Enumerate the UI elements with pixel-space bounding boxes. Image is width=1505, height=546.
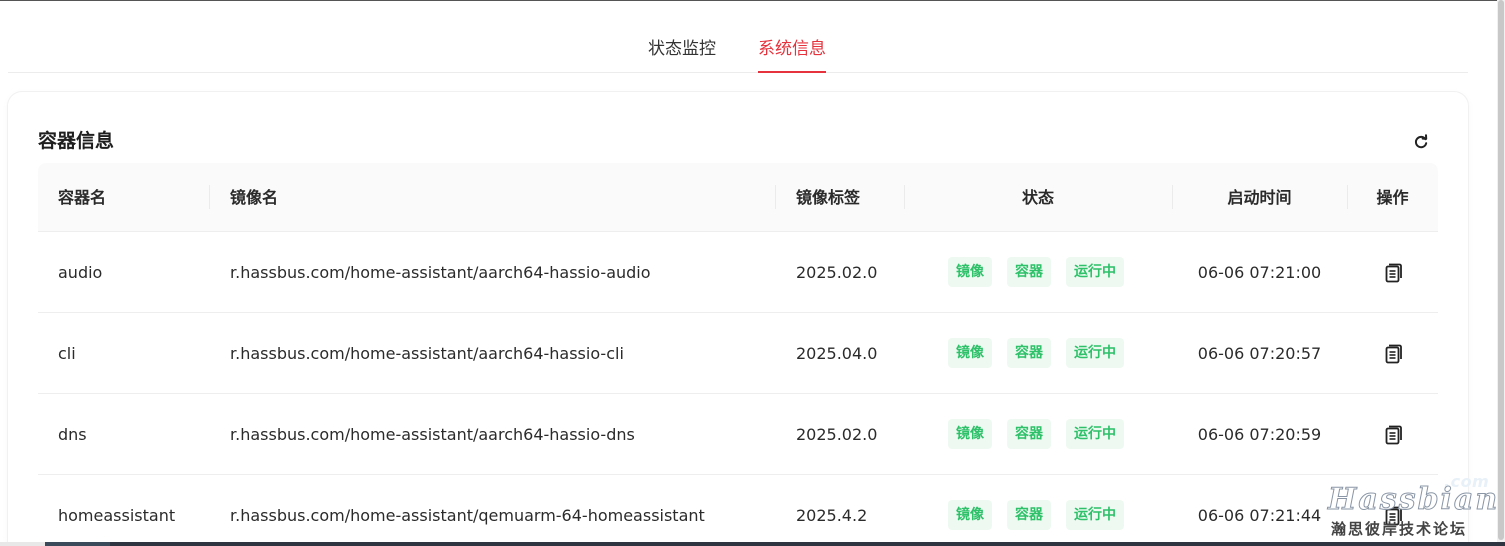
watermark-subtitle: 瀚思彼岸技术论坛 — [1331, 520, 1468, 538]
table-row: dns r.hassbus.com/home-assistant/aarch64… — [38, 394, 1438, 475]
tab-system-info[interactable]: 系统信息 — [758, 34, 826, 73]
status-badge-image: 镜像 — [948, 500, 992, 530]
status-badge-container: 容器 — [1007, 500, 1051, 530]
header-start-time: 启动时间 — [1172, 163, 1347, 232]
cell-start-time: 06-06 07:20:59 — [1197, 425, 1322, 444]
cell-image-name: r.hassbus.com/home-assistant/aarch64-has… — [230, 263, 651, 282]
taskbar-strip — [0, 542, 1505, 546]
header-status: 状态 — [904, 163, 1172, 232]
status-badge-running: 运行中 — [1066, 257, 1124, 287]
document-icon — [1385, 425, 1402, 445]
cell-container-name: cli — [58, 344, 76, 363]
refresh-icon — [1414, 134, 1428, 149]
cell-image-tag: 2025.02.0 — [796, 425, 878, 444]
container-info-card: 容器信息 容器名 镜像名 镜像标签 状态 启动时间 操作 audio r.has… — [8, 92, 1468, 546]
cell-image-name: r.hassbus.com/home-assistant/qemuarm-64-… — [230, 506, 705, 525]
tab-status-monitor[interactable]: 状态监控 — [648, 34, 716, 72]
status-badge-container: 容器 — [1007, 338, 1051, 368]
header-image-name: 镜像名 — [209, 163, 278, 232]
header-image-tag: 镜像标签 — [775, 163, 860, 232]
status-badge-container: 容器 — [1007, 419, 1051, 449]
status-badge-running: 运行中 — [1066, 419, 1124, 449]
document-icon — [1385, 344, 1402, 364]
table-row: homeassistant r.hassbus.com/home-assista… — [38, 475, 1438, 546]
status-tags: 镜像 容器 运行中 — [948, 338, 1139, 368]
card-title: 容器信息 — [38, 130, 115, 152]
cell-container-name: homeassistant — [58, 506, 176, 525]
status-badge-running: 运行中 — [1066, 500, 1124, 530]
view-details-button[interactable] — [1383, 424, 1403, 446]
header-actions: 操作 — [1347, 163, 1438, 232]
status-tags: 镜像 容器 运行中 — [948, 500, 1139, 530]
cell-image-tag: 2025.04.0 — [796, 344, 878, 363]
status-tags: 镜像 容器 运行中 — [948, 257, 1139, 287]
status-badge-image: 镜像 — [948, 257, 992, 287]
cell-image-name: r.hassbus.com/home-assistant/aarch64-has… — [230, 425, 635, 444]
status-badge-image: 镜像 — [948, 338, 992, 368]
vertical-scrollbar[interactable] — [1497, 0, 1505, 546]
document-icon — [1385, 263, 1402, 283]
watermark-brand: Hassbian — [1327, 482, 1500, 518]
cell-image-tag: 2025.02.0 — [796, 263, 878, 282]
status-badge-container: 容器 — [1007, 257, 1051, 287]
cell-start-time: 06-06 07:21:00 — [1197, 263, 1322, 282]
header-container-name: 容器名 — [58, 188, 107, 207]
cell-container-name: audio — [58, 263, 103, 282]
cell-container-name: dns — [58, 425, 87, 444]
cell-start-time: 06-06 07:21:44 — [1197, 506, 1322, 525]
table-row: audio r.hassbus.com/home-assistant/aarch… — [38, 232, 1438, 313]
view-details-button[interactable] — [1383, 262, 1403, 284]
refresh-button[interactable] — [1411, 132, 1431, 152]
container-table: 容器名 镜像名 镜像标签 状态 启动时间 操作 audio r.hassbus.… — [38, 163, 1438, 546]
scrollbar-thumb[interactable] — [1498, 0, 1504, 540]
hassbian-watermark: .com Hassbian 瀚思彼岸技术论坛 — [1327, 472, 1497, 542]
cell-image-tag: 2025.4.2 — [796, 506, 868, 525]
status-badge-image: 镜像 — [948, 419, 992, 449]
tab-bar: 状态监控 系统信息 — [8, 0, 1468, 73]
status-badge-running: 运行中 — [1066, 338, 1124, 368]
status-tags: 镜像 容器 运行中 — [948, 419, 1139, 449]
table-row: cli r.hassbus.com/home-assistant/aarch64… — [38, 313, 1438, 394]
cell-image-name: r.hassbus.com/home-assistant/aarch64-has… — [230, 344, 624, 363]
table-header: 容器名 镜像名 镜像标签 状态 启动时间 操作 — [38, 163, 1438, 232]
cell-start-time: 06-06 07:20:57 — [1197, 344, 1322, 363]
view-details-button[interactable] — [1383, 343, 1403, 365]
